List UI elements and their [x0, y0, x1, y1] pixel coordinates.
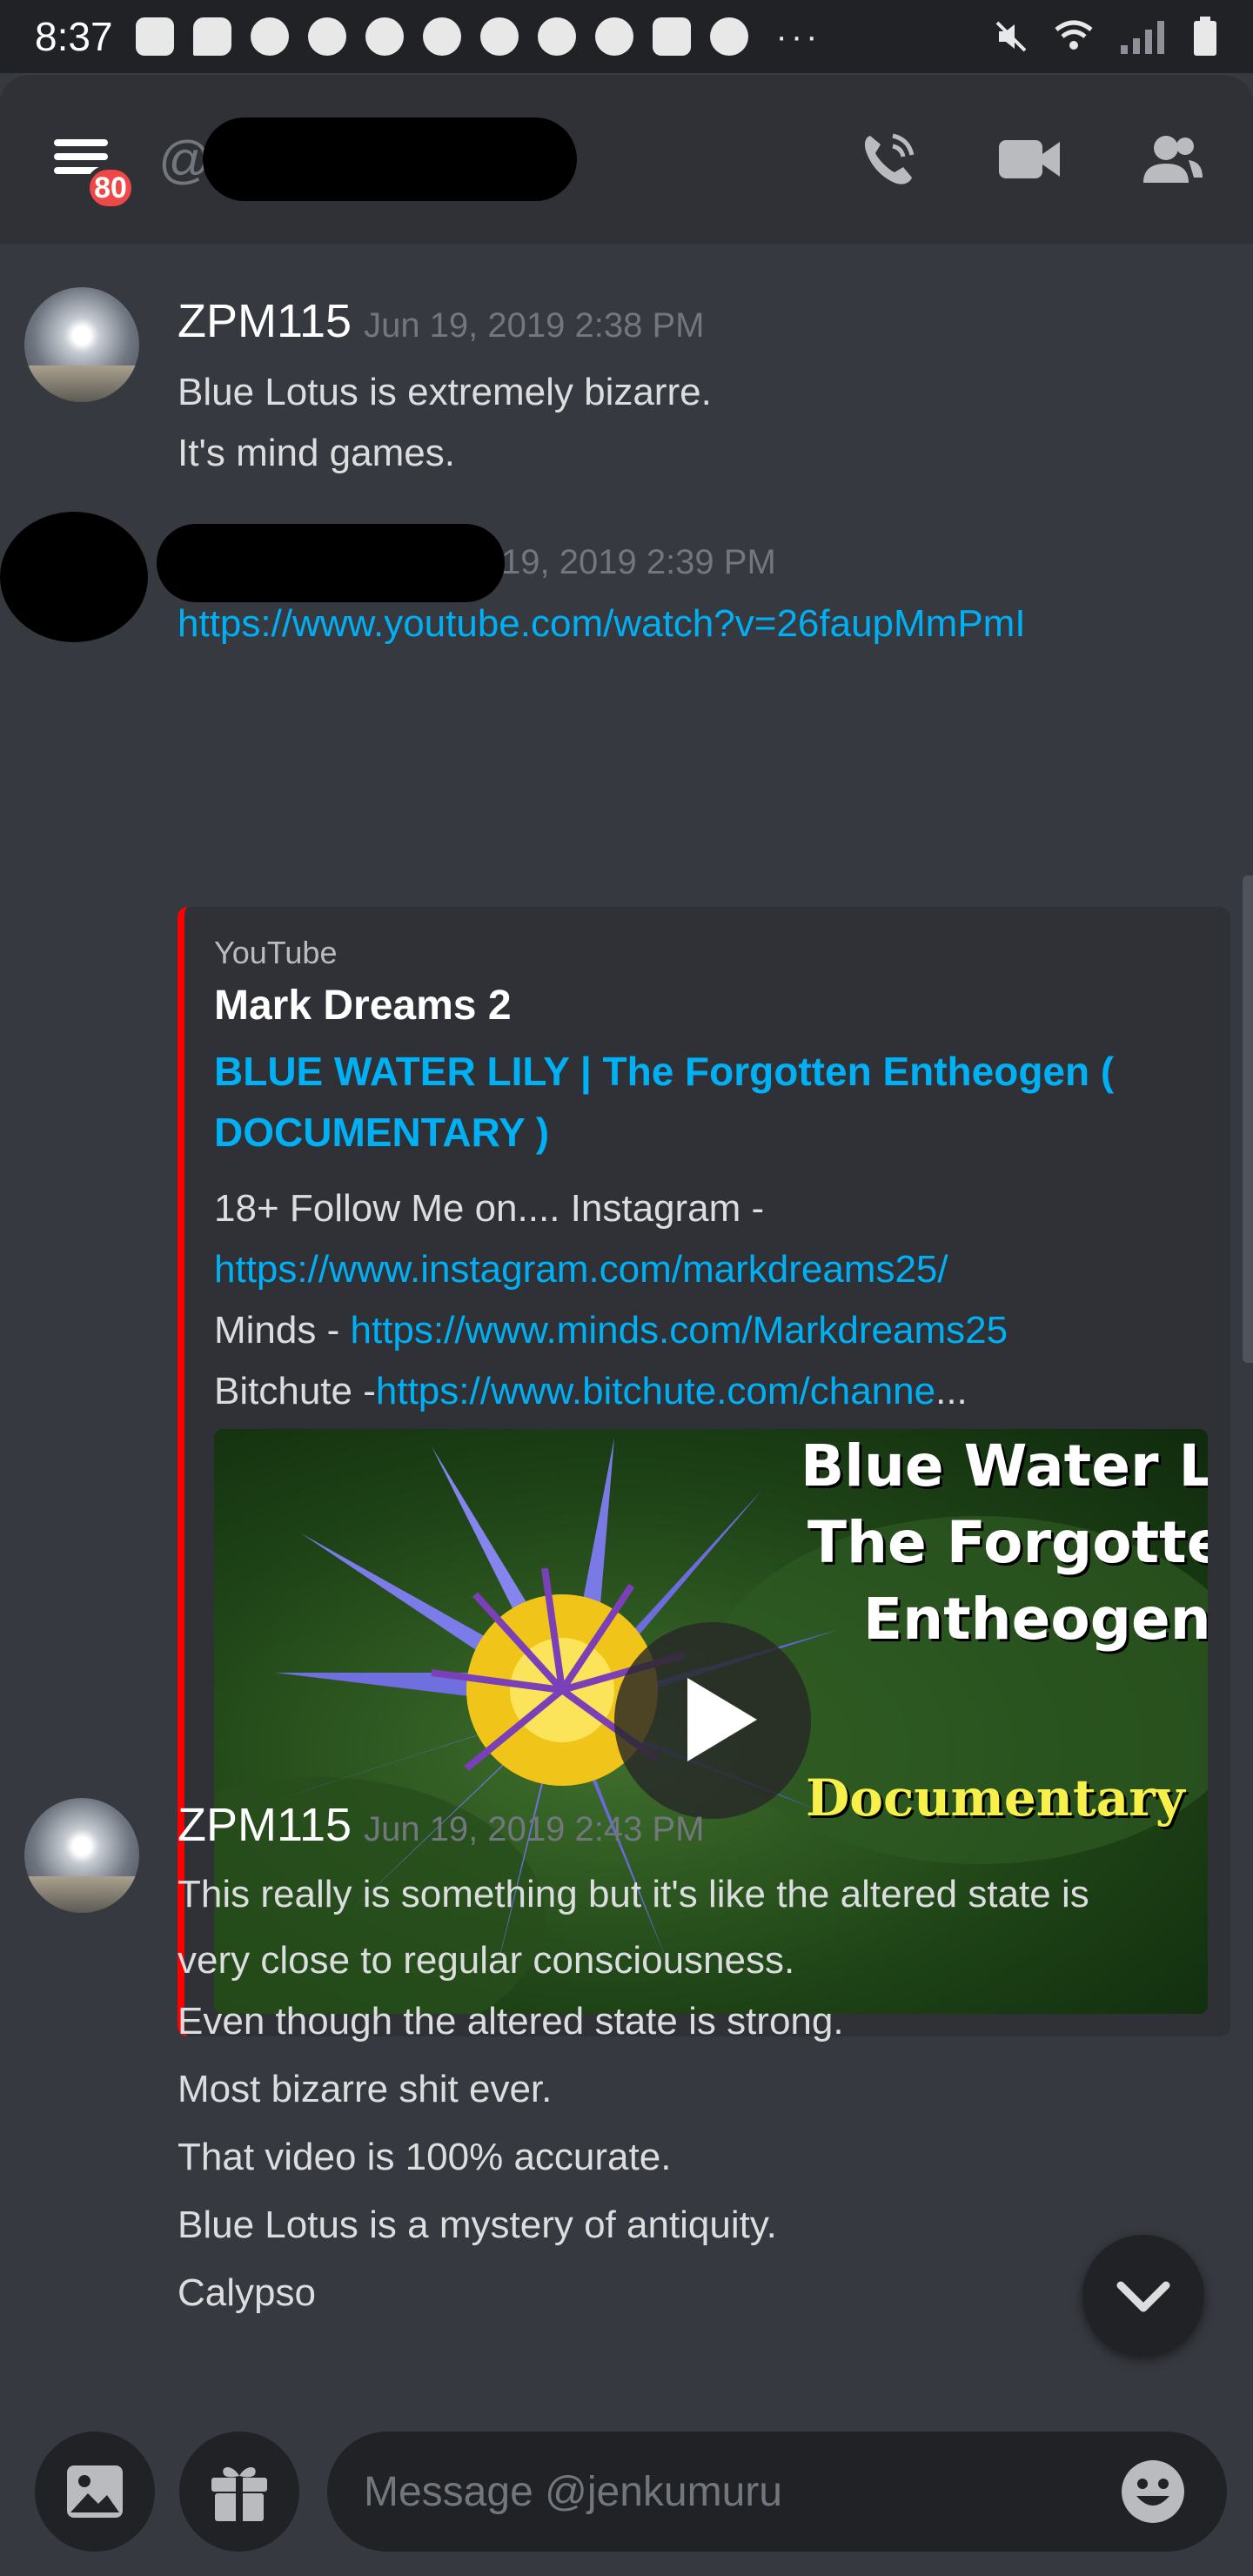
desc-ellipsis: ... — [935, 1370, 968, 1412]
status-time: 8:37 — [35, 14, 113, 59]
avatar[interactable] — [24, 1798, 139, 1913]
embed-author[interactable]: Mark Dreams 2 — [214, 982, 512, 1030]
thumbnail-title-line: Blue Water Lily — [801, 1432, 1208, 1499]
smiley-icon — [1122, 2460, 1184, 2523]
redacted-avatar — [0, 512, 148, 642]
discord-icon — [250, 17, 289, 56]
author-name[interactable]: ZPM115 — [178, 295, 352, 347]
snapchat-icon — [594, 17, 633, 56]
thumbnail-subtitle: Documentary — [806, 1768, 1185, 1828]
hamburger-icon — [54, 139, 108, 146]
reddit-icon — [709, 17, 748, 56]
message-line: Calypso — [178, 2271, 316, 2314]
chevron-down-icon — [1116, 2281, 1170, 2312]
discord-icon — [479, 17, 519, 56]
mute-icon — [995, 21, 1027, 52]
gift-icon — [211, 2467, 267, 2521]
status-bar: 8:37 ··· — [0, 0, 1253, 73]
embed-description: 18+ Follow Me on.... Instagram - https:/… — [214, 1178, 1215, 1422]
message-link[interactable]: https://www.youtube.com/watch?v=26faupMm… — [178, 602, 1026, 646]
battery-icon — [1194, 17, 1216, 56]
discord-icon — [307, 17, 346, 56]
emoji-button[interactable] — [1119, 2458, 1187, 2526]
message-input[interactable] — [327, 2432, 1227, 2552]
message-line: It's mind games. — [178, 432, 455, 474]
members-icon[interactable] — [1140, 132, 1204, 186]
author-name[interactable]: ZPM115 — [178, 1799, 352, 1851]
discord-icon — [422, 17, 461, 56]
header-actions — [858, 129, 1204, 190]
instagram-link[interactable]: https://www.instagram.com/markdreams25/ — [214, 1248, 948, 1291]
desc-label: Bitchute - — [214, 1370, 376, 1412]
chat-bubble-icon — [192, 17, 231, 56]
jump-to-latest-button[interactable] — [1082, 2235, 1204, 2357]
scrollbar[interactable] — [1243, 875, 1253, 1363]
avatar[interactable] — [24, 287, 139, 402]
message-author[interactable]: ZPM115 Jun 19, 2019 2:38 PM — [178, 294, 704, 348]
thumbnail-title-line: The Forgotten — [807, 1509, 1208, 1576]
message-composer — [0, 2402, 1253, 2576]
message-line: That video is 100% accurate. — [178, 2136, 672, 2178]
minds-link[interactable]: https://www.minds.com/Markdreams25 — [350, 1309, 1008, 1352]
discord-icon — [365, 17, 404, 56]
message-timestamp: Jun 19, 2019 2:38 PM — [364, 306, 705, 345]
overflow-indicator: ··· — [775, 17, 821, 56]
system-icons — [992, 17, 1218, 57]
youtube-icon — [652, 17, 691, 56]
wifi-icon — [1055, 20, 1093, 50]
image-icon — [67, 2465, 123, 2518]
redacted-author — [157, 524, 505, 602]
play-button[interactable] — [614, 1622, 811, 1819]
conversation-header: 80 @ — [0, 73, 1253, 244]
video-thumbnail[interactable]: Blue Water Lily The Forgotten Entheogen … — [214, 1429, 1208, 2014]
desc-label: Minds - — [214, 1309, 351, 1352]
video-call-icon[interactable] — [997, 135, 1062, 184]
message-line: Blue Lotus is a mystery of antiquity. — [178, 2204, 777, 2246]
message-line: Even though the altered state is strong. — [178, 2000, 844, 2043]
signal-icon — [1121, 21, 1164, 54]
gift-button[interactable] — [179, 2432, 299, 2552]
embed-provider[interactable]: YouTube — [214, 935, 337, 971]
menu-button[interactable]: 80 — [49, 127, 136, 211]
message-line: very close to regular consciousness. — [178, 1939, 795, 1982]
desc-line: 18+ Follow Me on.... Instagram - — [214, 1187, 765, 1230]
message-timestamp: 19, 2019 2:39 PM — [501, 543, 776, 581]
attach-image-button[interactable] — [35, 2432, 155, 2552]
redacted-username — [202, 117, 577, 201]
embed-title[interactable]: BLUE WATER LILY | The Forgotten Entheoge… — [214, 1041, 1206, 1163]
voice-call-icon[interactable] — [858, 129, 919, 190]
bag-icon — [135, 17, 174, 56]
message-line: Most bizarre shit ever. — [178, 2068, 553, 2110]
notification-icons: ··· — [135, 17, 821, 57]
hamburger-icon-bar — [54, 153, 108, 160]
message-line: Blue Lotus is extremely bizarre. — [178, 371, 712, 413]
message-line: This really is something but it's like t… — [178, 1873, 1089, 1915]
thumbnail-title-line: Entheogen — [863, 1586, 1208, 1653]
youtube-embed: YouTube Mark Dreams 2 BLUE WATER LILY | … — [178, 907, 1230, 2036]
discord-icon — [537, 17, 576, 56]
bitchute-link[interactable]: https://www.bitchute.com/channe — [376, 1370, 935, 1412]
unread-badge: 80 — [85, 165, 136, 211]
message-timestamp: Jun 19, 2019 2:43 PM — [364, 1810, 705, 1848]
message-author[interactable]: ZPM115 Jun 19, 2019 2:43 PM — [178, 1798, 704, 1852]
